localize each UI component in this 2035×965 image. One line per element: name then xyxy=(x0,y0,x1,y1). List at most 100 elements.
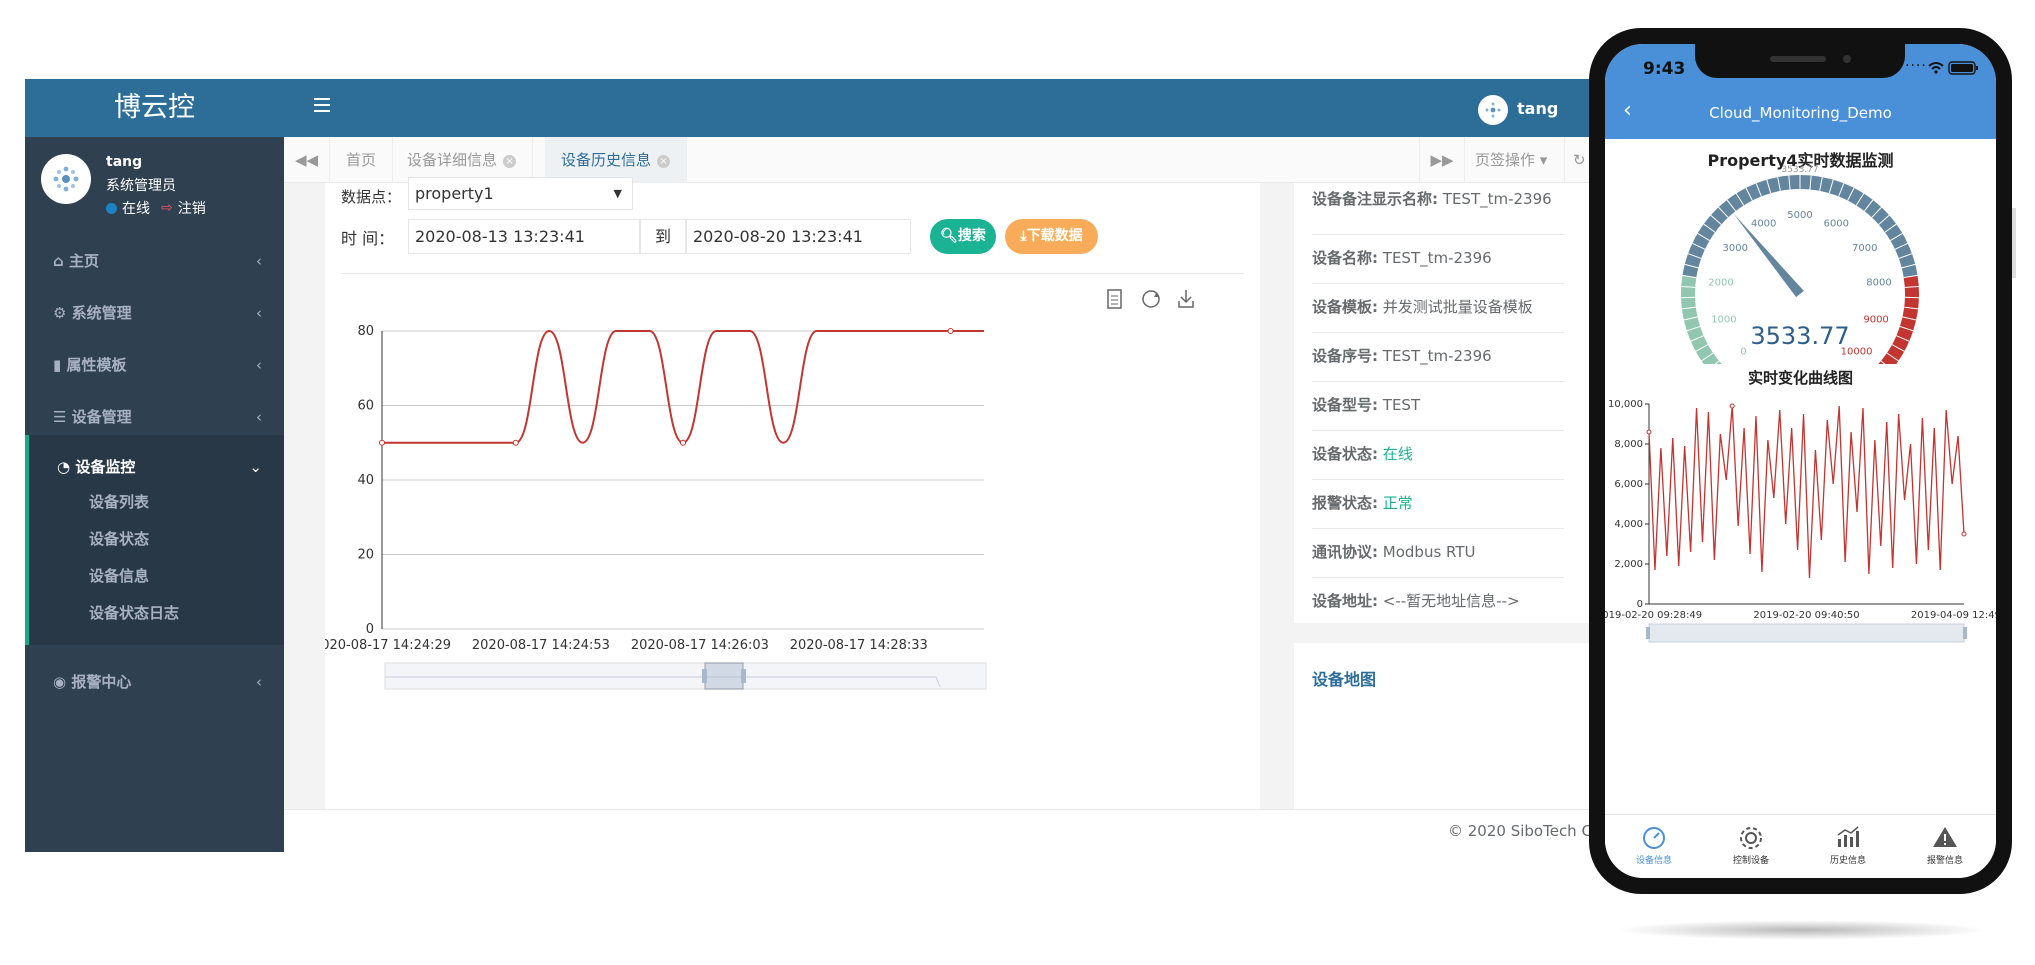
gauge-small-value: 3533.77 xyxy=(1781,165,1818,175)
tabs-scroll-left-icon[interactable]: ◀◀ xyxy=(284,137,330,183)
search-button[interactable]: 🔍︎搜索 xyxy=(930,219,996,254)
x-tick-label: 2020-08-17 14:26:03 xyxy=(631,638,769,653)
data-point xyxy=(947,328,954,334)
chevron-left-icon: ‹ xyxy=(256,356,262,374)
dashboard-icon: ◔ xyxy=(57,458,76,476)
restore-icon[interactable] xyxy=(1142,290,1160,308)
x-tick-label: 2019-02-20 09:28:49 xyxy=(1605,610,1702,621)
phone-side-button xyxy=(2012,208,2016,278)
sidebar-item-label: 系统管理 xyxy=(71,304,132,322)
chevron-left-icon: ‹ xyxy=(256,673,262,691)
submenu-device-status-log[interactable]: 设备状态日志 xyxy=(89,602,179,623)
info-label: 设备地址: xyxy=(1312,592,1378,610)
phone-tab-history[interactable]: 历史信息 xyxy=(1799,815,1896,878)
search-icon: 🔍︎ xyxy=(940,228,958,244)
history-line-chart: 0 20 40 60 80 2020-08-17 14:24:29 2020-08-17 1… xyxy=(325,324,987,690)
submenu-device-list[interactable]: 设备列表 xyxy=(89,491,149,512)
series-line xyxy=(1648,405,1965,579)
home-icon: ⌂ xyxy=(53,252,69,270)
sidebar-item-label: 设备管理 xyxy=(71,408,132,426)
phone-screen: 9:43 ···· ‹ Cloud_Monitoring_Demo Proper… xyxy=(1605,44,1996,878)
logout-icon[interactable]: ⇨ xyxy=(161,200,173,216)
chart-toolbox xyxy=(1107,289,1194,309)
camera-icon xyxy=(1843,55,1851,63)
data-zoom-handle xyxy=(1646,627,1650,639)
point-select-value: property1 xyxy=(415,184,494,203)
realtime-line-chart: 0 2,000 4,000 6,000 8,000 10,000 2019-02-20 09… xyxy=(1605,399,1996,643)
sidebar-item-label: 报警中心 xyxy=(71,673,132,691)
download-button-label: 下载数据 xyxy=(1026,228,1083,244)
y-tick-label: 80 xyxy=(357,324,374,339)
page-ops-dropdown[interactable]: 页签操作 ▾ xyxy=(1465,137,1565,183)
data-point xyxy=(1646,429,1652,435)
phone-tab-control[interactable]: 控制设备 xyxy=(1702,815,1799,878)
sidebar-item-alarm[interactable]: ◉ 报警中心 ‹ xyxy=(25,662,284,702)
sidebar-item-monitor[interactable]: ◔ 设备监控 ⌄ xyxy=(25,447,284,487)
data-zoom-track xyxy=(384,662,987,690)
info-label: 设备名称: xyxy=(1312,249,1378,267)
topbar-avatar[interactable] xyxy=(1478,95,1508,125)
avatar[interactable] xyxy=(41,154,91,204)
tabs-scroll-right-icon[interactable]: ▶▶ xyxy=(1419,137,1465,183)
user-status-row: 在线 ⇨ 注销 xyxy=(106,198,206,218)
x-tick-label: 2020-08-17 14:24:53 xyxy=(472,638,610,653)
warning-icon xyxy=(1933,827,1957,847)
data-zoom-track xyxy=(1648,623,1965,643)
info-value: <--暂无地址信息--> xyxy=(1382,592,1520,610)
signal-icon: ···· xyxy=(1905,58,1927,74)
submenu-device-info[interactable]: 设备信息 xyxy=(89,565,149,586)
chevron-left-icon: ‹ xyxy=(256,408,262,426)
gauge-tick-label: 2000 xyxy=(1708,277,1733,288)
info-label: 设备备注显示名称: xyxy=(1312,190,1438,208)
logout-link[interactable]: 注销 xyxy=(178,198,206,218)
caret-down-icon: ▾ xyxy=(1539,151,1548,169)
start-time-input[interactable]: 2020-08-13 13:23:41 xyxy=(408,219,640,254)
sidebar-item-system[interactable]: ⚙ 系统管理 ‹ xyxy=(25,293,284,333)
phone-tab-alarm[interactable]: 报警信息 xyxy=(1896,815,1993,878)
phone-shadow xyxy=(1615,920,1990,940)
save-image-icon[interactable] xyxy=(1178,290,1194,308)
close-icon[interactable]: × xyxy=(657,155,671,168)
submenu-device-status[interactable]: 设备状态 xyxy=(89,528,149,549)
end-time-input[interactable]: 2020-08-20 13:23:41 xyxy=(686,219,911,254)
data-point xyxy=(1961,531,1967,537)
phone-tab-device-info[interactable]: 设备信息 xyxy=(1605,815,1702,878)
user-name: tang xyxy=(106,154,143,170)
data-zoom-handle xyxy=(1963,627,1967,639)
gauge-value: 3533.77 xyxy=(1750,322,1849,350)
download-button[interactable]: ⤓下载数据 xyxy=(1005,219,1098,254)
location-icon: ◉ xyxy=(53,673,72,691)
bar-chart-icon xyxy=(1837,826,1859,847)
sidebar-item-device-mgmt[interactable]: ☰ 设备管理 ‹ xyxy=(25,397,284,437)
database-icon: ☰ xyxy=(53,408,72,426)
bookmark-icon: ▮ xyxy=(53,356,67,374)
gauge-tick-label: 3000 xyxy=(1723,243,1748,254)
tab-home[interactable]: 首页 xyxy=(330,137,394,183)
gauge-tick-label: 4000 xyxy=(1751,219,1776,230)
copyright: © 2020 SiboTech Copyri xyxy=(1448,822,1595,840)
menu-toggle-icon[interactable] xyxy=(314,98,330,112)
info-label: 报警状态: xyxy=(1312,494,1378,512)
close-icon[interactable]: × xyxy=(503,155,517,168)
x-tick-label: 2019-02-20 09:40:50 xyxy=(1753,610,1859,621)
tab-label: 设备详细信息 xyxy=(407,151,498,169)
gauge-tick-label: 6000 xyxy=(1824,219,1849,230)
to-label: 到 xyxy=(640,219,686,254)
y-tick-label: 4,000 xyxy=(1614,519,1643,530)
sidebar-item-home[interactable]: ⌂ 主页 ‹ xyxy=(25,241,284,281)
sidebar-item-template[interactable]: ▮ 属性模板 ‹ xyxy=(25,345,284,385)
topbar-user[interactable]: tang xyxy=(1517,99,1558,118)
time-label: 时 间： xyxy=(341,229,395,248)
info-value: 并发测试批量设备模板 xyxy=(1382,298,1533,316)
y-tick-label: 60 xyxy=(357,399,374,414)
data-zoom-window xyxy=(704,662,744,690)
phone-tab-label: 报警信息 xyxy=(1926,856,1963,866)
dashboard-icon xyxy=(1643,827,1665,849)
info-protocol: 通讯协议: Modbus RTU xyxy=(1312,529,1564,578)
data-view-icon[interactable] xyxy=(1107,289,1122,309)
info-template: 设备模板: 并发测试批量设备模板 xyxy=(1312,284,1564,333)
point-label: 数据点： xyxy=(341,188,402,206)
data-point xyxy=(379,439,385,446)
point-select[interactable]: property1 ▼ xyxy=(408,177,633,210)
search-button-label: 搜索 xyxy=(957,228,986,244)
